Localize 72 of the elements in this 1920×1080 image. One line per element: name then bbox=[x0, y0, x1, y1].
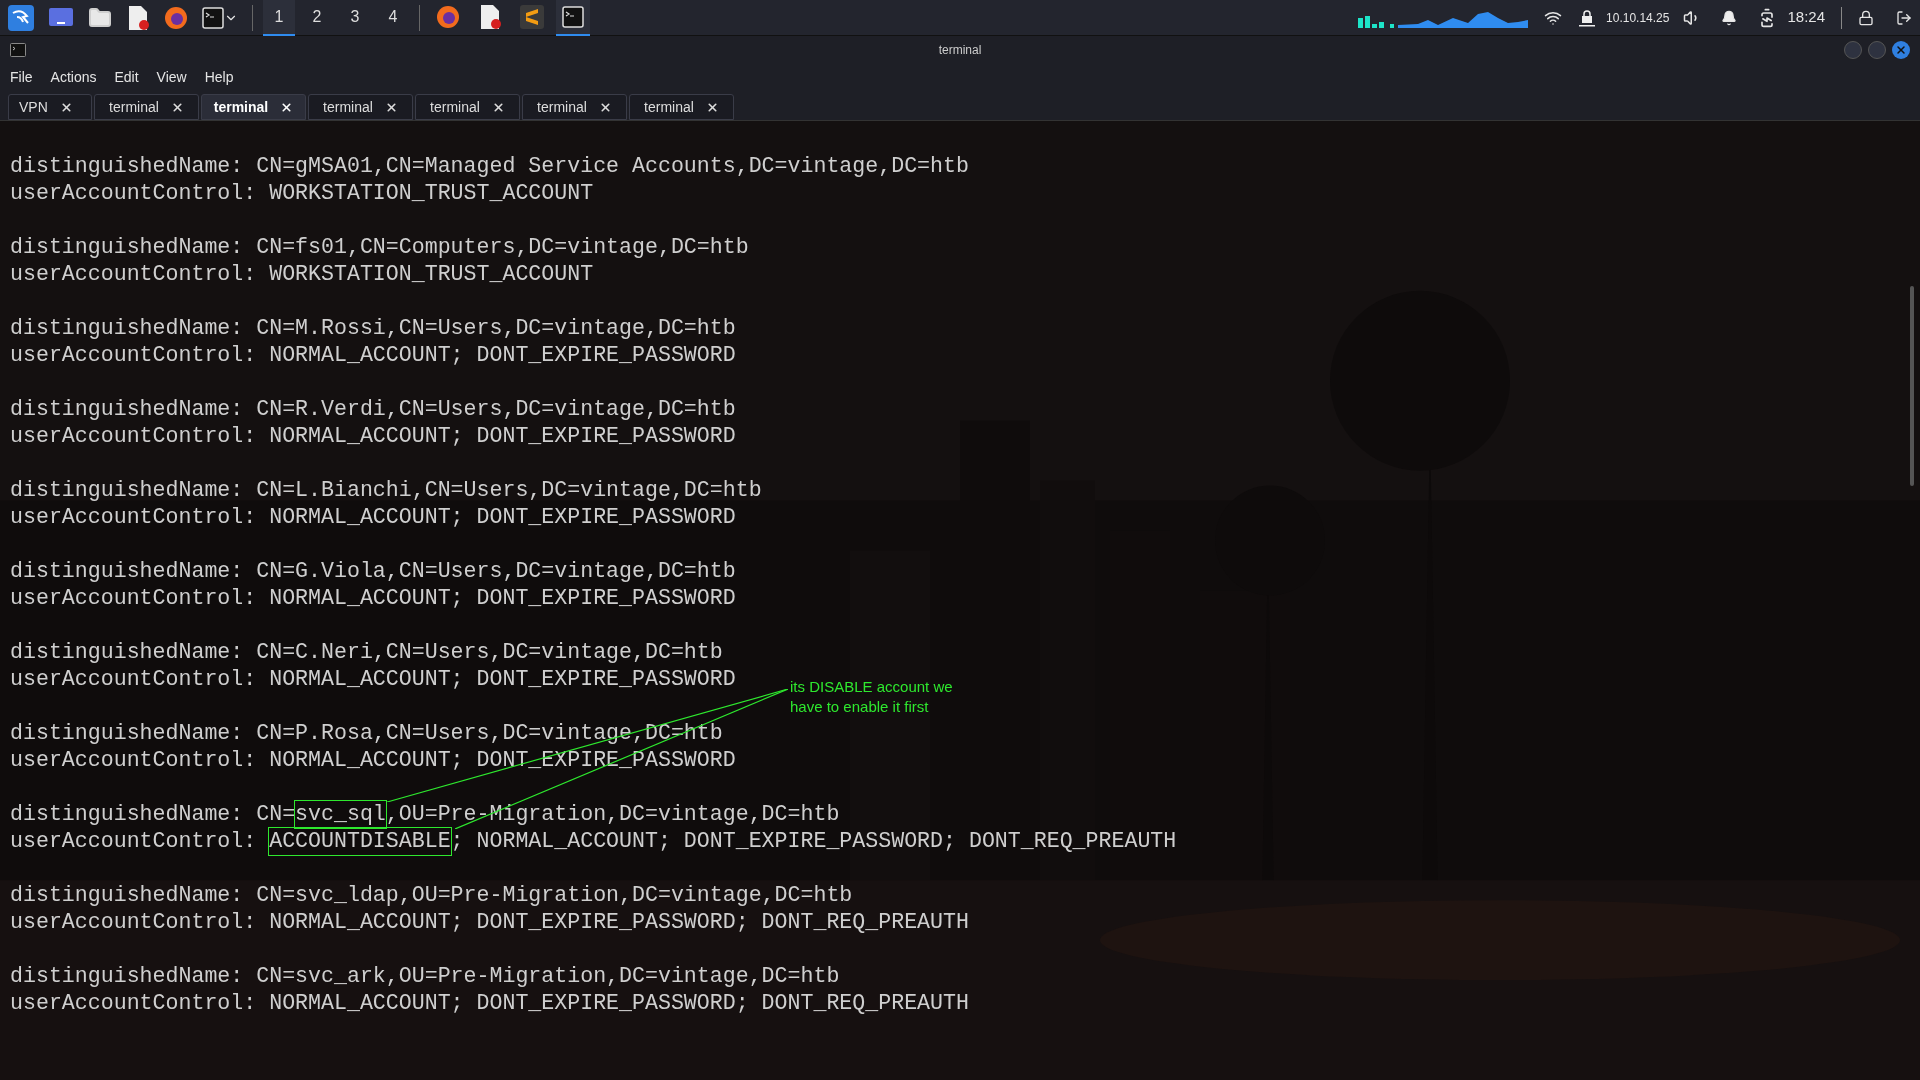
menu-item[interactable]: Edit bbox=[114, 66, 139, 88]
terminal-text: distinguishedName: CN=C.Neri,CN=Users,DC=vintage,DC=htb bbox=[10, 639, 723, 666]
terminal-text: userAccountControl: WORKSTATION_TRUST_ACCOUNT bbox=[10, 180, 594, 207]
annotation-note: its DISABLE account we have to enable it first bbox=[790, 677, 954, 717]
window-title: terminal bbox=[938, 42, 982, 59]
terminal-tab[interactable]: terminal bbox=[94, 94, 199, 120]
menu-item[interactable]: Actions bbox=[50, 66, 97, 88]
terminal-tab[interactable]: terminal bbox=[415, 94, 520, 120]
network-lock-icon[interactable] bbox=[1578, 8, 1597, 27]
terminal-text: ; NORMAL_ACCOUNT; DONT_EXPIRE_PASSWORD; DONT_REQ_PREAUTH bbox=[450, 828, 1177, 855]
tab-label: terminal bbox=[323, 97, 373, 117]
terminal-text: userAccountControl: NORMAL_ACCOUNT; DONT_EXPIRE_PASSWORD bbox=[10, 504, 736, 531]
terminal-text: distinguishedName: CN=svc_ark,OU=Pre-Migration,DC=vintage,DC=htb bbox=[10, 963, 840, 990]
terminal-text: distinguishedName: CN= bbox=[10, 801, 296, 828]
terminal-text: distinguishedName: CN=gMSA01,CN=Managed Service Accounts,DC=vintage,DC=htb bbox=[10, 153, 969, 180]
highlighted-text: svc_sql bbox=[295, 801, 386, 828]
close-tab-icon[interactable] bbox=[170, 100, 184, 114]
browser-globe-icon[interactable] bbox=[164, 5, 188, 30]
menu-item[interactable]: Help bbox=[204, 66, 234, 88]
monitor-icon[interactable] bbox=[48, 6, 74, 29]
ip-address: 10.10.14.25 bbox=[1606, 9, 1670, 27]
terminal-tab[interactable]: terminal bbox=[308, 94, 413, 120]
terminal-text: distinguishedName: CN=L.Bianchi,CN=Users,DC=vintage,DC=htb bbox=[10, 477, 762, 504]
workspace-button[interactable]: 3 bbox=[339, 0, 371, 36]
terminal-text: distinguishedName: CN=M.Rossi,CN=Users,DC=vintage,DC=htb bbox=[10, 315, 736, 342]
tab-label: terminal bbox=[537, 97, 587, 117]
menu-item[interactable]: View bbox=[156, 66, 187, 88]
tab-label: terminal bbox=[109, 97, 159, 117]
terminal-tab[interactable]: terminal bbox=[522, 94, 627, 120]
scrollbar[interactable] bbox=[1910, 286, 1914, 486]
terminal-tab[interactable]: terminal bbox=[201, 94, 306, 120]
terminal-text: userAccountControl: WORKSTATION_TRUST_ACCOUNT bbox=[10, 261, 594, 288]
workspace-button[interactable]: 1 bbox=[263, 0, 295, 36]
browser-globe-icon[interactable] bbox=[436, 4, 460, 29]
terminal-icon[interactable] bbox=[202, 6, 224, 29]
tab-label: VPN bbox=[19, 97, 48, 117]
tab-label: terminal bbox=[213, 97, 269, 117]
logout-icon[interactable] bbox=[1896, 9, 1912, 26]
terminal-text: distinguishedName: CN=R.Verdi,CN=Users,DC=vintage,DC=htb bbox=[10, 396, 736, 423]
close-tab-icon[interactable] bbox=[384, 100, 398, 114]
folder-icon[interactable] bbox=[88, 5, 112, 30]
document-edit-icon[interactable] bbox=[126, 4, 150, 31]
workspace-button[interactable]: 2 bbox=[301, 0, 333, 36]
terminal-tab[interactable]: VPN bbox=[8, 94, 92, 120]
terminal-text: userAccountControl: NORMAL_ACCOUNT; DONT_EXPIRE_PASSWORD bbox=[10, 342, 736, 369]
terminal-text: distinguishedName: CN=fs01,CN=Computers,DC=vintage,DC=htb bbox=[10, 234, 749, 261]
close-icon bbox=[1895, 44, 1907, 56]
close-tab-icon[interactable] bbox=[598, 100, 612, 114]
tab-label: terminal bbox=[644, 97, 694, 117]
terminal-tab[interactable]: terminal bbox=[629, 94, 734, 120]
terminal-text: userAccountControl: bbox=[10, 828, 258, 855]
terminal-text: distinguishedName: CN=G.Viola,CN=Users,DC=vintage,DC=htb bbox=[10, 558, 736, 585]
document-edit-icon[interactable] bbox=[478, 3, 502, 30]
notifications-icon[interactable] bbox=[1721, 9, 1738, 26]
terminal-text: distinguishedName: CN=svc_ldap,OU=Pre-Migration,DC=vintage,DC=htb bbox=[10, 882, 853, 909]
terminal-text: userAccountControl: NORMAL_ACCOUNT; DONT_EXPIRE_PASSWORD; DONT_REQ_PREAUTH bbox=[10, 909, 969, 936]
terminal-icon[interactable] bbox=[562, 5, 584, 28]
terminal-text: userAccountControl: NORMAL_ACCOUNT; DONT_EXPIRE_PASSWORD bbox=[10, 423, 736, 450]
close-tab-icon[interactable] bbox=[705, 100, 719, 114]
clock: 18:24 bbox=[1787, 7, 1825, 28]
terminal-text: userAccountControl: NORMAL_ACCOUNT; DONT_EXPIRE_PASSWORD bbox=[10, 585, 736, 612]
highlighted-text: ACCOUNTDISABLE bbox=[269, 828, 451, 855]
workspace-button[interactable]: 4 bbox=[377, 0, 409, 36]
terminal-text: userAccountControl: NORMAL_ACCOUNT; DONT_EXPIRE_PASSWORD bbox=[10, 666, 736, 693]
tab-label: terminal bbox=[430, 97, 480, 117]
close-tab-icon[interactable] bbox=[59, 100, 73, 114]
terminal-icon bbox=[10, 43, 26, 57]
lock-icon[interactable] bbox=[1858, 9, 1874, 26]
close-button[interactable] bbox=[1892, 41, 1910, 59]
terminal-text: userAccountControl: NORMAL_ACCOUNT; DONT_EXPIRE_PASSWORD; DONT_REQ_PREAUTH bbox=[10, 990, 969, 1017]
close-tab-icon[interactable] bbox=[491, 100, 505, 114]
menu-item[interactable]: File bbox=[10, 66, 33, 88]
